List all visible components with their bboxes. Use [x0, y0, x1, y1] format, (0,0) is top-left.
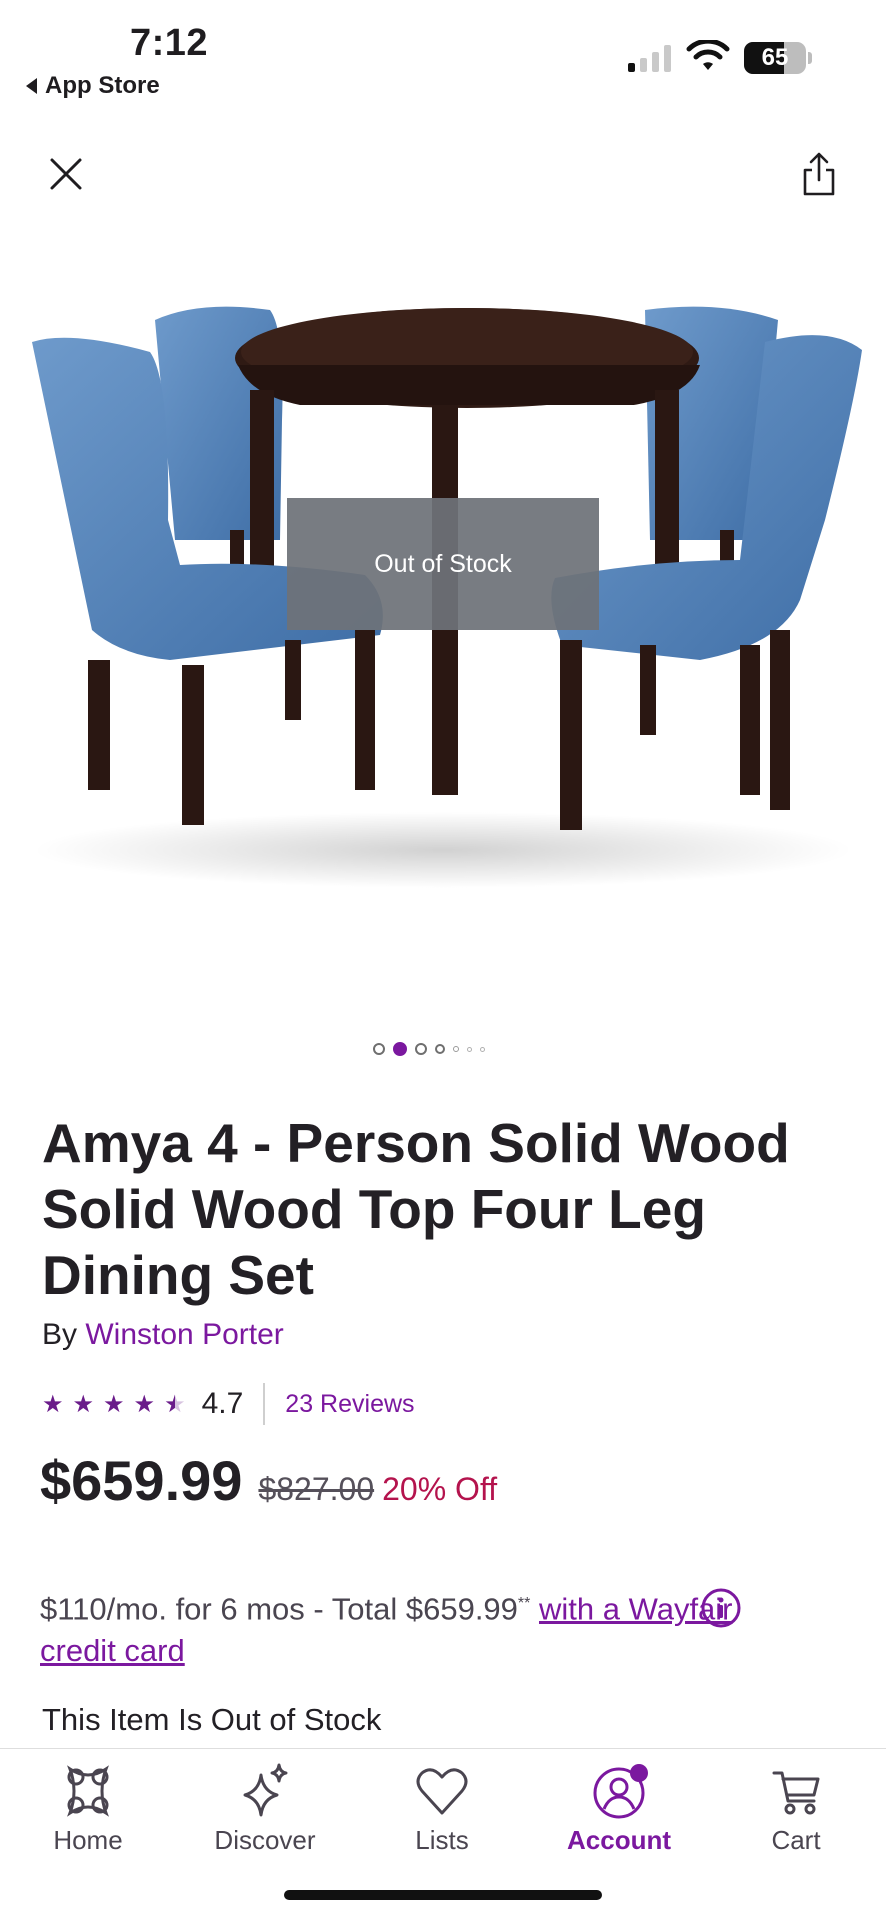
nav-cart-label: Cart	[771, 1825, 821, 1855]
reviews-link[interactable]: 23 Reviews	[285, 1390, 414, 1419]
back-to-app-store-label: App Store	[45, 72, 160, 99]
rating-divider	[263, 1383, 266, 1425]
home-indicator	[284, 1890, 602, 1900]
star-full-icon: ★	[133, 1390, 156, 1418]
carousel-dot-active[interactable]	[393, 1042, 407, 1056]
carousel-dot[interactable]	[415, 1043, 427, 1055]
financing-text: $110/mo. for 6 mos - Total $659.99	[40, 1591, 518, 1627]
sparkle-icon	[243, 1763, 288, 1817]
battery-percent: 65	[761, 44, 789, 71]
rating-stars: ★ ★ ★ ★ ★	[42, 1390, 186, 1419]
star-full-icon: ★	[42, 1390, 64, 1418]
back-triangle-icon	[26, 78, 37, 94]
stock-status: This Item Is Out of Stock	[42, 1702, 382, 1737]
brand-prefix: By	[42, 1318, 78, 1351]
carousel-dot[interactable]	[467, 1046, 472, 1052]
nav-account-label: Account	[567, 1825, 671, 1855]
close-icon[interactable]	[44, 152, 88, 196]
nav-cart[interactable]: Cart	[726, 1761, 866, 1856]
status-bar: 7:12 App Store 65	[0, 0, 886, 110]
carousel-dot[interactable]	[373, 1043, 385, 1055]
nav-discover[interactable]: Discover	[195, 1761, 335, 1856]
financing-footnote-mark: **	[517, 1595, 531, 1612]
home-icon	[67, 1765, 109, 1817]
status-time: 7:12	[130, 22, 209, 64]
nav-home[interactable]: Home	[18, 1761, 158, 1856]
sale-price: $659.99	[40, 1449, 243, 1512]
discount-label: 20% Off	[382, 1471, 498, 1507]
out-of-stock-overlay: Out of Stock	[287, 498, 599, 630]
nav-discover-label: Discover	[214, 1825, 316, 1855]
carousel-dot[interactable]	[453, 1046, 459, 1052]
share-icon[interactable]	[800, 150, 838, 198]
brand-link[interactable]: Winston Porter	[85, 1318, 283, 1351]
battery-icon: 65	[744, 42, 806, 74]
carousel-dot[interactable]	[480, 1046, 485, 1052]
brand-line: By Winston Porter	[42, 1318, 284, 1352]
product-title: Amya 4 - Person Solid Wood Solid Wood To…	[42, 1112, 790, 1306]
star-full-icon: ★	[103, 1390, 125, 1418]
cellular-signal-icon	[628, 44, 671, 72]
star-full-icon: ★	[72, 1390, 95, 1418]
nav-account[interactable]: Account	[549, 1761, 689, 1856]
nav-lists-label: Lists	[415, 1825, 469, 1855]
carousel-dot[interactable]	[435, 1044, 445, 1054]
wifi-icon	[686, 40, 730, 70]
cart-icon	[772, 1771, 820, 1815]
price-row: $659.99 $827.00 20% Off	[40, 1448, 497, 1513]
heart-icon	[416, 1768, 468, 1815]
star-half-icon: ★	[164, 1390, 186, 1418]
account-icon	[593, 1764, 648, 1819]
info-icon[interactable]	[700, 1587, 742, 1629]
nav-home-label: Home	[53, 1825, 123, 1855]
original-price: $827.00	[258, 1471, 375, 1507]
account-badge	[630, 1764, 648, 1782]
back-to-app-store[interactable]: App Store	[26, 72, 160, 100]
financing-offer: $110/mo. for 6 mos - Total $659.99** wit…	[40, 1583, 740, 1672]
image-carousel-dots[interactable]	[373, 1042, 485, 1056]
rating-row[interactable]: ★ ★ ★ ★ ★ 4.7 23 Reviews	[42, 1383, 415, 1425]
rating-value: 4.7	[201, 1387, 244, 1420]
nav-lists[interactable]: Lists	[372, 1761, 512, 1856]
